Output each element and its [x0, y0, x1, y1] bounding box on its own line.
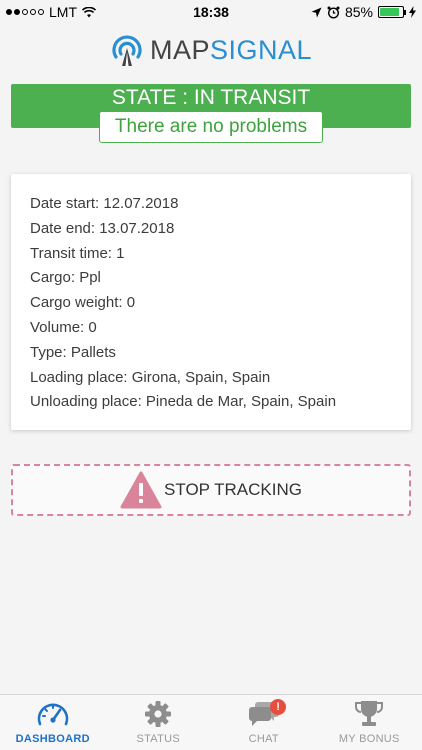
gear-icon: [145, 701, 172, 727]
status-message: There are no problems: [114, 116, 308, 137]
stop-tracking-label: STOP TRACKING: [164, 480, 302, 499]
tab-my-bonus-label: MY BONUS: [338, 733, 400, 745]
info-volume: Volume: 0: [30, 318, 97, 336]
chat-notification-badge: !: [270, 699, 287, 715]
alarm-clock-icon: [327, 6, 340, 19]
transit-info-card: Date start: 12.07.2018 Date end: 13.07.2…: [11, 174, 411, 430]
charging-bolt-icon: [409, 6, 416, 18]
info-unloading-place: Unloading place: Pineda de Mar, Spain, S…: [30, 393, 337, 411]
signal-tower-icon: [112, 35, 142, 66]
info-loading-place: Loading place: Girona, Spain, Spain: [30, 368, 271, 386]
info-transit-time: Transit time: 1: [30, 244, 125, 262]
info-date-end: Date end: 13.07.2018: [30, 219, 175, 237]
tab-chat[interactable]: ! CHAT: [211, 695, 317, 750]
tab-dashboard[interactable]: DASHBOARD: [0, 695, 106, 750]
warning-triangle-icon: [120, 471, 162, 509]
info-date-start: Date start: 12.07.2018: [30, 195, 179, 212]
tab-chat-label: CHAT: [248, 733, 279, 745]
status-bar-right: 85%: [311, 4, 416, 20]
bottom-tab-bar: DASHBOARD STATUS ! CHAT MY BONUS: [0, 694, 422, 750]
logo-text: MAPSIGNAL: [150, 35, 312, 66]
info-type: Type: Pallets: [30, 343, 116, 361]
status-message-box: There are no problems: [99, 111, 323, 143]
info-cargo-weight: Cargo weight: 0: [30, 294, 136, 312]
tab-my-bonus[interactable]: MY BONUS: [317, 695, 422, 750]
tab-dashboard-label: DASHBOARD: [15, 733, 90, 745]
stop-tracking-button[interactable]: STOP TRACKING: [11, 464, 411, 516]
tab-status-label: STATUS: [136, 733, 181, 745]
location-arrow-icon: [311, 7, 322, 17]
logo-text-map: MAP: [149, 34, 210, 65]
speedometer-icon: [37, 703, 69, 726]
app-logo: MAPSIGNAL: [0, 32, 422, 68]
info-cargo: Cargo: Ppl: [30, 269, 101, 287]
battery-percent: 85%: [344, 4, 373, 20]
status-bar: LMT 18:38 85%: [0, 0, 422, 24]
tab-status[interactable]: STATUS: [106, 695, 212, 750]
state-title: STATE : IN TRANSIT: [111, 86, 311, 109]
trophy-icon: [355, 701, 384, 726]
battery-icon: [378, 6, 406, 18]
logo-text-signal: SIGNAL: [209, 34, 313, 65]
